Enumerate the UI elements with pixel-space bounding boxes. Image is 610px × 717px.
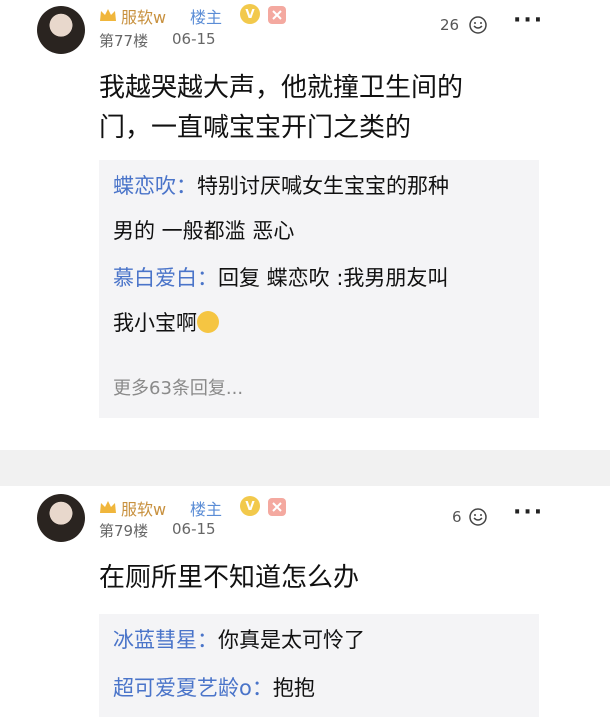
avatar[interactable] [37, 6, 85, 54]
more-replies-link[interactable]: 更多63条回复... [113, 374, 243, 400]
post-floor-77: 服软w 楼主 V 第77楼 06-15 26 ··· 我越哭越大声，他就撞卫生间… [0, 0, 610, 450]
content-line: 门，一直喊宝宝开门之类的 [99, 113, 412, 143]
like-icon[interactable] [468, 507, 488, 527]
reply-text: 抱抱 [272, 676, 315, 700]
owner-tag: 楼主 [190, 8, 223, 27]
reply-separator: ： [176, 174, 197, 198]
more-icon[interactable]: ··· [513, 500, 544, 525]
reply-author[interactable]: 蝶恋吹 [113, 174, 176, 198]
post-content: 在厕所里不知道怎么办 [99, 558, 559, 598]
username[interactable]: 服软w [121, 4, 166, 28]
like-icon[interactable] [468, 15, 488, 35]
floor-number: 第77楼 [99, 32, 149, 50]
level-badge-icon [268, 498, 286, 516]
vip-badge-icon: V [240, 4, 260, 24]
reply-separator: ： [197, 628, 218, 652]
reply-text: 你真是太可怜了 [218, 628, 365, 652]
avatar[interactable] [37, 494, 85, 542]
reply-item[interactable]: 蝶恋吹：特别讨厌喊女生宝宝的那种 男的 一般都滥 恶心 [113, 164, 533, 254]
reply-item[interactable]: 超可爱夏艺龄o：抱抱 [113, 666, 533, 711]
reply-item[interactable]: 冰蓝彗星：你真是太可怜了 [113, 618, 533, 663]
post-floor-79: 服软w 楼主 V 第79楼 06-15 6 ··· 在厕所里不知道怎么办 冰蓝彗… [0, 486, 610, 717]
like-count: 6 [452, 508, 462, 526]
floor-number: 第79楼 [99, 522, 149, 540]
divider [0, 450, 610, 486]
reply-author[interactable]: 超可爱夏艺龄o [113, 676, 252, 700]
post-content: 我越哭越大声，他就撞卫生间的 门，一直喊宝宝开门之类的 [99, 68, 559, 148]
reply-text: 特别讨厌喊女生宝宝的那种 [197, 174, 449, 198]
like-count: 26 [440, 16, 460, 34]
crown-icon [100, 9, 116, 21]
reply-box: 蝶恋吹：特别讨厌喊女生宝宝的那种 男的 一般都滥 恶心 慕白爱白：回复 蝶恋吹 … [99, 160, 539, 418]
content-line: 在厕所里不知道怎么办 [99, 563, 360, 593]
reply-text: 我小宝啊 [113, 311, 197, 335]
reply-text: 男的 一般都滥 恶心 [113, 219, 295, 243]
reply-separator: ： [197, 266, 218, 290]
vip-badge-icon: V [240, 496, 260, 516]
reply-item[interactable]: 慕白爱白：回复 蝶恋吹 :我男朋友叫 我小宝啊 [113, 256, 533, 346]
reply-author[interactable]: 冰蓝彗星 [113, 628, 197, 652]
level-badge-icon [268, 6, 286, 24]
more-icon[interactable]: ··· [513, 8, 544, 33]
post-date: 06-15 [172, 30, 216, 48]
reply-box: 冰蓝彗星：你真是太可怜了 超可爱夏艺龄o：抱抱 [99, 614, 539, 717]
post-date: 06-15 [172, 520, 216, 538]
reply-text: 回复 蝶恋吹 :我男朋友叫 [218, 266, 449, 290]
reply-separator: ： [251, 676, 273, 700]
content-line: 我越哭越大声，他就撞卫生间的 [99, 73, 464, 103]
crying-emoji-icon [197, 311, 219, 333]
reply-author[interactable]: 慕白爱白 [113, 266, 197, 290]
username[interactable]: 服软w [121, 496, 166, 520]
owner-tag: 楼主 [190, 500, 223, 519]
crown-icon [100, 501, 116, 513]
